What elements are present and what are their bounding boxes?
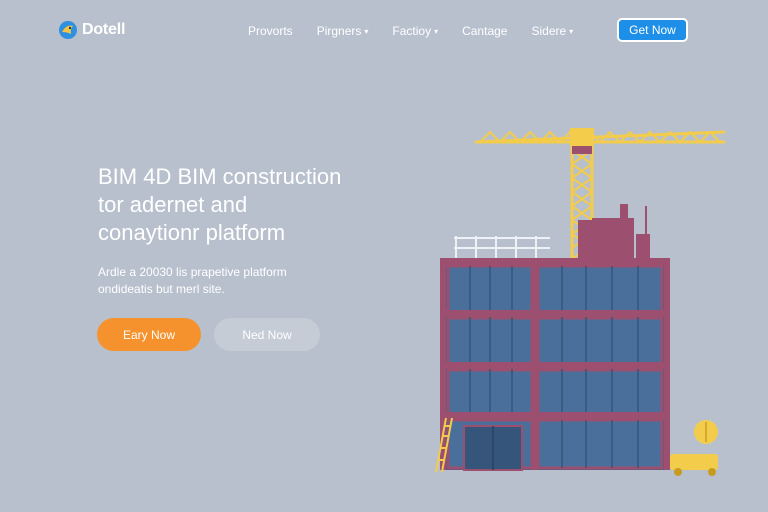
nav-item-label: Factioy xyxy=(392,24,432,38)
nav-item-cantage[interactable]: Cantage xyxy=(462,24,507,38)
hero-subtitle-line: Ardle a 20030 lis prapetive platform xyxy=(98,265,287,279)
hero-title: BIM 4D BIM construction tor adernet and … xyxy=(98,163,398,247)
nav-item-provorts[interactable]: Provorts xyxy=(248,24,293,38)
secondary-cta-button[interactable]: Ned Now xyxy=(214,318,320,351)
hero-subtitle-line: ondideatis but merl site. xyxy=(98,282,225,296)
brand-logo[interactable]: Dotell xyxy=(58,19,125,41)
nav-item-label: Pirgners xyxy=(316,24,362,38)
nav-item-label: Cantage xyxy=(462,24,508,38)
hero-title-line: tor adernet and xyxy=(98,192,248,217)
nav-item-factioy[interactable]: Factioy ▾ xyxy=(392,24,438,38)
hero-title-line: BIM 4D BIM construction xyxy=(98,164,342,189)
main-nav: Provorts Pirgners ▾ Factioy ▾ Cantage Si… xyxy=(248,22,597,40)
brand-name: Dotell xyxy=(82,21,126,38)
site-header: Dotell Provorts Pirgners ▾ Factioy ▾ Can… xyxy=(0,0,768,62)
hero-subtitle: Ardle a 20030 lis prapetive platform ond… xyxy=(98,264,378,298)
bird-logo-icon xyxy=(59,21,77,39)
nav-item-label: Sidere xyxy=(531,24,567,38)
construction-building-illustration xyxy=(435,128,726,476)
nav-item-label: Provorts xyxy=(248,24,293,38)
chevron-down-icon: ▾ xyxy=(434,26,439,36)
chevron-down-icon: ▾ xyxy=(364,26,369,36)
chevron-down-icon: ▾ xyxy=(569,26,574,36)
nav-item-sidere[interactable]: Sidere ▾ xyxy=(531,24,573,38)
get-now-button[interactable]: Get Now xyxy=(617,18,688,42)
primary-cta-button[interactable]: Eary Now xyxy=(97,318,201,351)
nav-item-pirgners[interactable]: Pirgners ▾ xyxy=(317,24,369,38)
hero-title-line: conaytionr platform xyxy=(98,220,286,245)
